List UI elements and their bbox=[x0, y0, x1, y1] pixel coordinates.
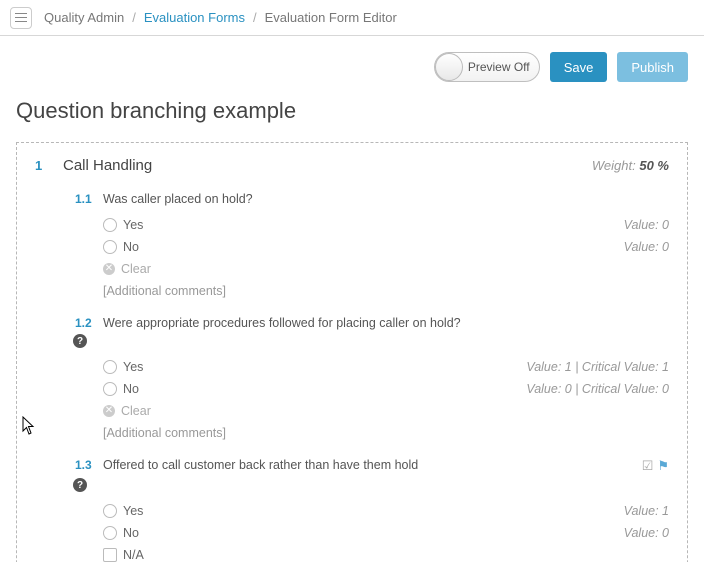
question-block: 1.2 Were appropriate procedures followed… bbox=[75, 316, 669, 440]
clear-label: Clear bbox=[121, 404, 151, 418]
answer-label: No bbox=[123, 526, 139, 540]
form-title: Question branching example bbox=[16, 98, 688, 124]
hamburger-menu-button[interactable] bbox=[10, 7, 32, 29]
answer-value: Value: 0 | Critical Value: 0 bbox=[526, 382, 669, 396]
clear-label: Clear bbox=[121, 262, 151, 276]
question-text[interactable]: Were appropriate procedures followed for… bbox=[103, 316, 669, 330]
radio-icon bbox=[103, 360, 117, 374]
section-header: 1 Call Handling Weight: 50 % bbox=[35, 157, 669, 174]
answer-value: Value: 0 bbox=[624, 240, 669, 254]
weight-value: 50 % bbox=[639, 158, 669, 173]
help-icon[interactable]: ? bbox=[73, 478, 87, 492]
action-bar: Preview Off Save Publish bbox=[16, 36, 688, 92]
answer-row-yes[interactable]: Yes Value: 0 bbox=[103, 214, 669, 236]
additional-comments[interactable]: [Additional comments] bbox=[103, 284, 669, 298]
breadcrumb-separator: / bbox=[253, 10, 257, 25]
radio-icon bbox=[103, 382, 117, 396]
clear-icon: ✕ bbox=[103, 405, 115, 417]
clear-icon: ✕ bbox=[103, 263, 115, 275]
answer-row-clear[interactable]: ✕ Clear bbox=[103, 400, 669, 422]
radio-icon bbox=[103, 218, 117, 232]
answer-value: Value: 1 bbox=[624, 504, 669, 518]
preview-toggle[interactable]: Preview Off bbox=[434, 52, 540, 82]
breadcrumb-separator: / bbox=[132, 10, 136, 25]
answer-label: N/A bbox=[123, 548, 144, 562]
answer-row-no[interactable]: No Value: 0 bbox=[103, 236, 669, 258]
save-button[interactable]: Save bbox=[550, 52, 608, 82]
help-icon[interactable]: ? bbox=[73, 334, 87, 348]
answer-label: No bbox=[123, 382, 139, 396]
radio-icon bbox=[103, 240, 117, 254]
publish-button[interactable]: Publish bbox=[617, 52, 688, 82]
main-scroll-area[interactable]: Preview Off Save Publish Question branch… bbox=[0, 36, 704, 562]
breadcrumb-link-evaluation-forms[interactable]: Evaluation Forms bbox=[144, 10, 245, 25]
radio-icon bbox=[103, 504, 117, 518]
checkbox-icon[interactable]: ☑ bbox=[642, 458, 654, 474]
question-number: 1.3 bbox=[75, 458, 103, 472]
answer-label: Yes bbox=[123, 504, 143, 518]
checkbox-icon bbox=[103, 548, 117, 562]
breadcrumb-root: Quality Admin bbox=[44, 10, 124, 25]
section-number: 1 bbox=[35, 158, 63, 173]
answer-row-yes[interactable]: Yes Value: 1 bbox=[103, 500, 669, 522]
answer-row-na[interactable]: N/A bbox=[103, 544, 669, 562]
question-text[interactable]: Was caller placed on hold? bbox=[103, 192, 669, 206]
flag-icon[interactable]: ⚑ bbox=[657, 458, 669, 474]
answer-label: Yes bbox=[123, 360, 143, 374]
answer-row-no[interactable]: No Value: 0 bbox=[103, 522, 669, 544]
question-badges: ☑ ⚑ bbox=[642, 458, 669, 474]
toggle-knob bbox=[435, 53, 463, 81]
question-block: 1.1 Was caller placed on hold? Yes Value… bbox=[75, 192, 669, 298]
answer-row-yes[interactable]: Yes Value: 1 | Critical Value: 1 bbox=[103, 356, 669, 378]
top-bar: Quality Admin / Evaluation Forms / Evalu… bbox=[0, 0, 704, 36]
section-weight: Weight: 50 % bbox=[592, 158, 669, 173]
question-number: 1.2 bbox=[75, 316, 103, 330]
answer-value: Value: 0 bbox=[624, 218, 669, 232]
answer-value: Value: 0 bbox=[624, 526, 669, 540]
radio-icon bbox=[103, 526, 117, 540]
question-number: 1.1 bbox=[75, 192, 103, 206]
answer-label: Yes bbox=[123, 218, 143, 232]
answer-row-clear[interactable]: ✕ Clear bbox=[103, 258, 669, 280]
weight-label: Weight: bbox=[592, 158, 636, 173]
additional-comments[interactable]: [Additional comments] bbox=[103, 426, 669, 440]
answer-value: Value: 1 | Critical Value: 1 bbox=[526, 360, 669, 374]
section-name[interactable]: Call Handling bbox=[63, 157, 592, 174]
breadcrumb: Quality Admin / Evaluation Forms / Evalu… bbox=[44, 10, 397, 25]
question-block: 1.3 Offered to call customer back rather… bbox=[75, 458, 669, 562]
breadcrumb-current: Evaluation Form Editor bbox=[265, 10, 397, 25]
answer-row-no[interactable]: No Value: 0 | Critical Value: 0 bbox=[103, 378, 669, 400]
section-card: 1 Call Handling Weight: 50 % 1.1 Was cal… bbox=[16, 142, 688, 562]
answer-label: No bbox=[123, 240, 139, 254]
question-text[interactable]: Offered to call customer back rather tha… bbox=[103, 458, 642, 472]
